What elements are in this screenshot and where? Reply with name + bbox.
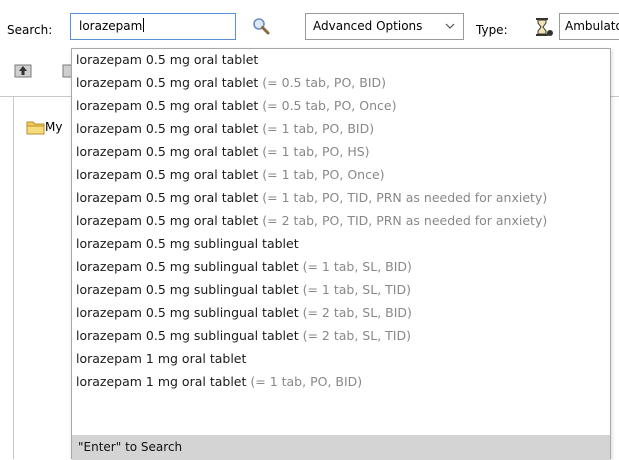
search-result-item[interactable]: lorazepam 1 mg oral tablet	[72, 348, 614, 370]
tree-panel-border	[13, 96, 14, 459]
text-caret	[143, 18, 145, 32]
type-select[interactable]: Ambulatory	[559, 13, 619, 40]
up-folder-icon[interactable]	[14, 61, 32, 79]
search-result-item[interactable]: lorazepam 0.5 mg sublingual tablet (= 1 …	[72, 279, 614, 301]
search-input-value: lorazepam	[79, 19, 143, 33]
search-result-item[interactable]: lorazepam 0.5 mg sublingual tablet	[72, 233, 614, 255]
advanced-options-select[interactable]: Advanced Options	[305, 13, 464, 40]
search-result-item[interactable]: lorazepam 0.5 mg sublingual tablet (= 2 …	[72, 325, 614, 347]
search-result-item[interactable]: lorazepam 0.5 mg oral tablet (= 2 tab, P…	[72, 210, 614, 232]
search-result-item[interactable]: lorazepam 0.5 mg sublingual tablet (= 2 …	[72, 302, 614, 324]
enter-to-search-hint[interactable]: "Enter" to Search	[72, 435, 610, 460]
tree-root-label[interactable]: My	[45, 120, 62, 134]
search-result-item[interactable]: lorazepam 0.5 mg oral tablet (= 1 tab, P…	[72, 118, 614, 140]
folder-icon	[26, 119, 46, 135]
search-results-dropdown: lorazepam 0.5 mg oral tablet lorazepam 0…	[71, 48, 614, 460]
search-result-item[interactable]: lorazepam 0.5 mg oral tablet (= 0.5 tab,…	[72, 95, 614, 117]
search-result-item[interactable]: lorazepam 1 mg oral tablet (= 1 tab, PO,…	[72, 371, 614, 393]
type-label: Type:	[476, 23, 508, 37]
advanced-options-label: Advanced Options	[313, 19, 423, 33]
search-toolbar: Search: lorazepam Advanced Options Type:…	[0, 0, 619, 52]
search-result-item[interactable]: lorazepam 0.5 mg sublingual tablet (= 1 …	[72, 256, 614, 278]
search-label: Search:	[7, 23, 53, 37]
search-result-item[interactable]: lorazepam 0.5 mg oral tablet	[72, 49, 614, 71]
type-select-value: Ambulatory	[565, 19, 619, 33]
search-result-item[interactable]: lorazepam 0.5 mg oral tablet (= 1 tab, P…	[72, 141, 614, 163]
magnifier-icon[interactable]	[250, 16, 274, 38]
hourglass-icon	[534, 16, 554, 38]
search-input[interactable]: lorazepam	[70, 13, 236, 40]
search-result-item[interactable]: lorazepam 0.5 mg oral tablet (= 0.5 tab,…	[72, 72, 614, 94]
search-result-item[interactable]: lorazepam 0.5 mg oral tablet (= 1 tab, P…	[72, 164, 614, 186]
chevron-down-icon	[445, 23, 455, 29]
search-result-item[interactable]: lorazepam 0.5 mg oral tablet (= 1 tab, P…	[72, 187, 614, 209]
